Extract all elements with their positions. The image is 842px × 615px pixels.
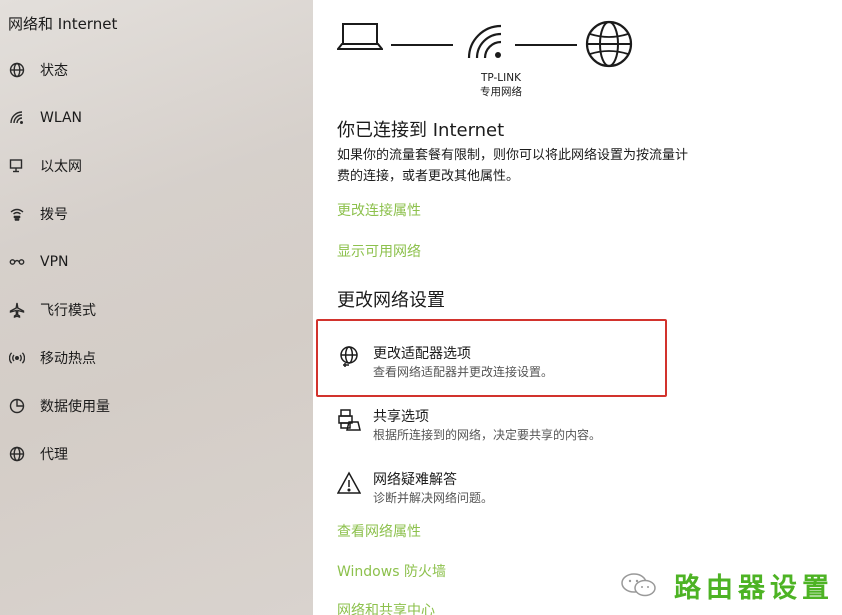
show-available-networks-link[interactable]: 显示可用网络 [337,241,421,261]
network-caption: TP-LINK 专用网络 [456,71,546,99]
description-line: 费的连接，或者更改其他属性。 [337,169,520,184]
hotspot-icon [8,349,26,367]
adapter-globe-icon [337,345,361,369]
network-sharing-center-link[interactable]: 网络和共享中心 [337,600,435,615]
sidebar-item-status[interactable]: 状态 [0,46,313,94]
sidebar-item-label: 飞行模式 [40,303,96,319]
adapter-options-item[interactable]: 更改适配器选项 查看网络适配器并更改连接设置。 [337,343,677,383]
connection-status-heading: 你已连接到 Internet [337,120,505,141]
option-subtitle: 诊断并解决网络问题。 [373,491,494,505]
status-globe-icon [8,61,26,79]
sidebar-item-label: 拨号 [40,207,68,223]
network-type: 专用网络 [480,86,522,98]
sidebar-item-dialup[interactable]: 拨号 [0,190,313,238]
connection-description: 如果你的流量套餐有限制，则你可以将此网络设置为按流量计 费的连接，或者更改其他属… [337,145,757,187]
connection-line [391,44,453,46]
network-name: TP-LINK [481,72,521,84]
sidebar: 网络和 Internet 状态 WLAN 以太网 拨号 VPN 飞行模式 移动热… [0,0,313,615]
wechat-icon [621,573,656,597]
sidebar-item-label: 移动热点 [40,351,96,367]
sidebar-item-vpn[interactable]: VPN [0,238,313,286]
option-title: 共享选项 [373,409,429,425]
sidebar-item-hotspot[interactable]: 移动热点 [0,334,313,382]
sidebar-item-label: 状态 [40,63,68,79]
sidebar-item-proxy[interactable]: 代理 [0,430,313,478]
ethernet-icon [8,157,26,175]
option-subtitle: 查看网络适配器并更改连接设置。 [373,365,554,379]
sidebar-item-data-usage[interactable]: 数据使用量 [0,382,313,430]
sidebar-item-label: VPN [40,254,69,270]
wifi-icon [8,109,26,127]
change-network-settings-heading: 更改网络设置 [337,290,445,311]
watermark: 路由器设置 [620,562,834,608]
option-subtitle: 根据所连接到的网络，决定要共享的内容。 [373,428,602,442]
sidebar-item-label: 代理 [40,447,68,463]
sidebar-item-label: WLAN [40,110,83,126]
sidebar-item-label: 数据使用量 [40,399,110,415]
sidebar-item-label: 以太网 [40,159,82,175]
watermark-text: 路由器设置 [674,572,834,604]
proxy-globe-icon [8,445,26,463]
main-panel: TP-LINK 专用网络 你已连接到 Internet 如果你的流量套餐有限制，… [313,0,842,615]
sidebar-item-ethernet[interactable]: 以太网 [0,142,313,190]
data-usage-icon [8,397,26,415]
connection-line [515,44,577,46]
vpn-icon [8,253,26,271]
description-line: 如果你的流量套餐有限制，则你可以将此网络设置为按流量计 [337,148,689,163]
airplane-icon [8,301,26,319]
view-network-properties-link[interactable]: 查看网络属性 [337,521,421,541]
sidebar-item-airplane[interactable]: 飞行模式 [0,286,313,334]
windows-firewall-link[interactable]: Windows 防火墙 [337,561,446,581]
laptop-icon [337,23,383,50]
sharing-icon [337,408,361,432]
dialup-icon [8,205,26,223]
sidebar-item-wlan[interactable]: WLAN [0,94,313,142]
internet-globe-icon [585,20,633,68]
change-connection-properties-link[interactable]: 更改连接属性 [337,200,421,220]
option-title: 更改适配器选项 [373,346,471,362]
sidebar-nav: 状态 WLAN 以太网 拨号 VPN 飞行模式 移动热点 数据使用量 代理 [0,46,313,478]
warning-icon [336,471,362,495]
troubleshoot-item[interactable]: 网络疑难解答 诊断并解决网络问题。 [336,469,677,509]
connection-diagram: TP-LINK 专用网络 [333,18,643,103]
sidebar-title: 网络和 Internet [8,15,118,33]
wifi-router-icon [467,24,502,59]
option-title: 网络疑难解答 [373,472,457,488]
sharing-options-item[interactable]: 共享选项 根据所连接到的网络，决定要共享的内容。 [337,406,677,446]
